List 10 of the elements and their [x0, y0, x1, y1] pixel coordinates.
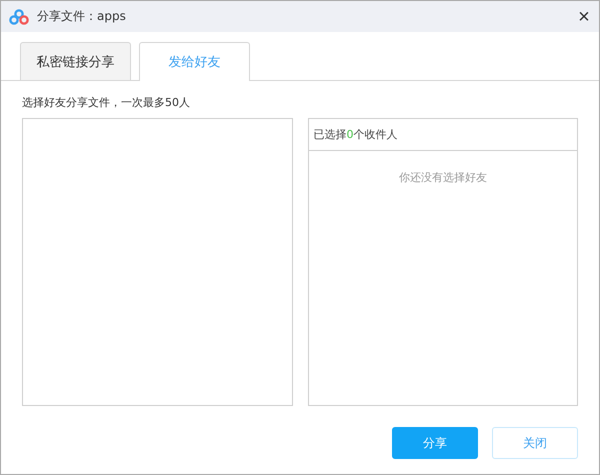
- cloud-logo-icon: [9, 8, 29, 24]
- close-button[interactable]: ×: [569, 2, 599, 32]
- recipient-count-text: 已选择0个收件人: [314, 127, 398, 142]
- share-button[interactable]: 分享: [392, 427, 478, 459]
- close-dialog-button[interactable]: 关闭: [492, 427, 578, 459]
- empty-message: 你还没有选择好友: [398, 170, 488, 185]
- tab[interactable]: 私密链接分享: [20, 42, 131, 80]
- window-title: 分享文件：apps: [37, 8, 127, 25]
- instruction-text: 选择好友分享文件，一次最多50人: [22, 95, 191, 111]
- tab[interactable]: 发给好友: [139, 42, 250, 81]
